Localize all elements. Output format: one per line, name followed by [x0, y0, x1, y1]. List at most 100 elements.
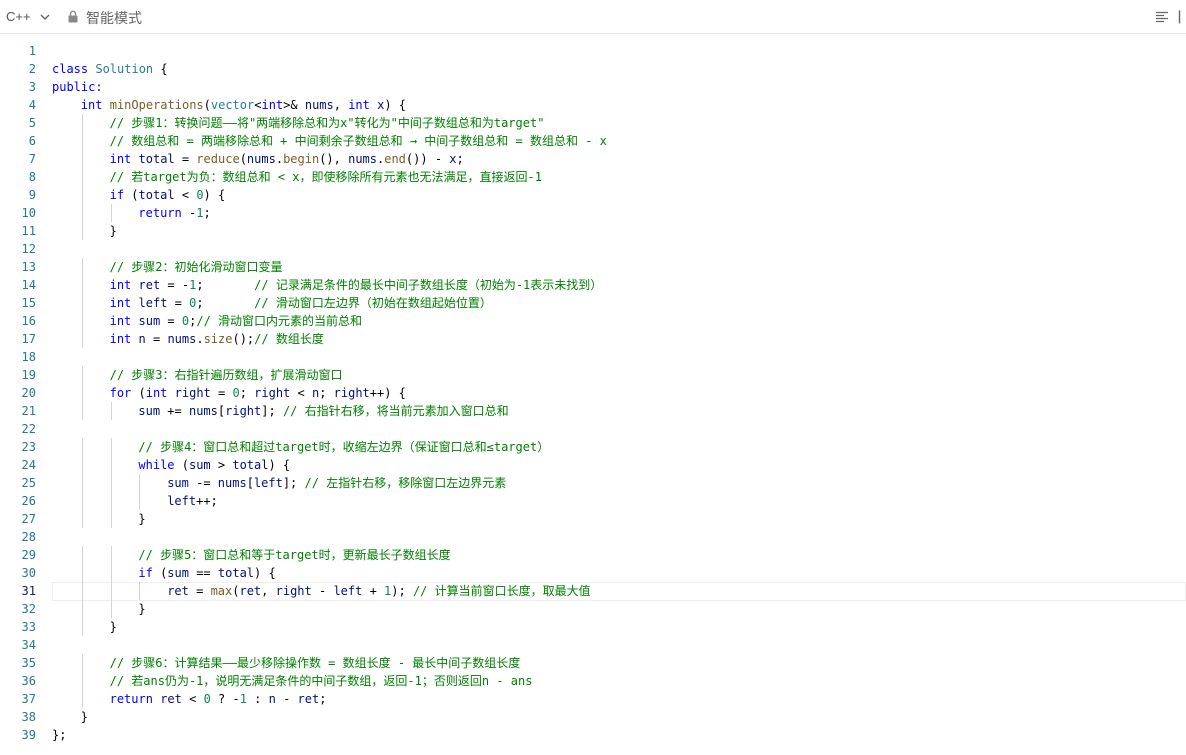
line-number: 3 — [28, 80, 36, 94]
code-line[interactable]: 22 — [0, 420, 1186, 438]
code-token: = — [174, 152, 197, 166]
code-token: return — [138, 206, 182, 220]
code-line[interactable]: 31 ret = max(ret, right - left + 1); // 计… — [0, 582, 1186, 601]
panel-icon[interactable] — [1178, 10, 1186, 24]
code-token: nums — [188, 404, 218, 418]
line-code: // 步骤6：计算结果——最少移除操作数 = 数组长度 - 最长中间子数组长度 — [110, 654, 521, 672]
code-token: } — [138, 512, 146, 526]
code-line[interactable]: 32} — [0, 600, 1186, 618]
code-token: , — [333, 98, 349, 112]
line-number: 27 — [21, 512, 36, 526]
code-line[interactable]: 5 // 步骤1：转换问题——将"两端移除总和为x"转化为"中间子数组总和为tar… — [0, 114, 1186, 132]
code-token: < — [181, 692, 204, 706]
code-line[interactable]: 3 public: — [0, 78, 1186, 96]
code-line[interactable]: 35 // 步骤6：计算结果——最少移除操作数 = 数组长度 - 最长中间子数组长… — [0, 654, 1186, 672]
code-token: ; — [456, 152, 464, 166]
code-token: - — [275, 692, 298, 706]
indent-guide — [81, 402, 83, 420]
code-line[interactable]: 39}; — [0, 726, 1186, 744]
line-code: int total = reduce(nums.begin(), nums.en… — [110, 150, 464, 168]
line-code: public: — [52, 78, 103, 96]
code-token: // 步骤2：初始化滑动窗口变量 — [109, 260, 283, 274]
code-token: = — [167, 296, 190, 310]
code-line[interactable]: 36 // 若ans仍为-1，说明无满足条件的中间子数组，返回-1；否则返回n -… — [0, 672, 1186, 690]
code-line[interactable]: 2 class Solution { — [0, 60, 1186, 78]
code-line[interactable]: 20 for (int right = 0; right < n; right++… — [0, 384, 1186, 402]
code-token: ret — [160, 692, 182, 706]
code-line[interactable]: 27} — [0, 510, 1186, 528]
line-code: sum += nums[right]; // 右指针右移，将当前元素加入窗口总和 — [138, 402, 508, 420]
line-code: } — [81, 708, 88, 726]
code-token: // 滑动窗口左边界（初始在数组起始位置） — [254, 296, 492, 310]
indent-guide — [81, 312, 83, 330]
code-line[interactable]: 30 if (sum == total) { — [0, 564, 1186, 582]
code-line[interactable]: 14 int ret = -1; // 记录满足条件的最长中间子数组长度（初始为-… — [0, 276, 1186, 294]
line-number: 20 — [21, 386, 36, 400]
code-token: ( — [124, 188, 139, 202]
code-token: ; — [319, 692, 327, 706]
code-token: right — [333, 386, 370, 400]
code-line[interactable]: 19 // 步骤3：右指针遍历数组，扩展滑动窗口 — [0, 366, 1186, 384]
code-token: return — [109, 692, 153, 706]
code-line[interactable]: 9 if (total < 0) { — [0, 186, 1186, 204]
code-line[interactable]: 16 int sum = 0;// 滑动窗口内元素的当前总和 — [0, 312, 1186, 330]
code-line[interactable]: 13 // 步骤2：初始化滑动窗口变量 — [0, 258, 1186, 276]
code-token: - — [181, 206, 197, 220]
code-line[interactable]: 12 — [0, 240, 1186, 258]
code-line[interactable]: 1 — [0, 42, 1186, 60]
code-token: class — [52, 62, 89, 76]
code-token: // 计算当前窗口长度，取最大值 — [412, 584, 591, 598]
code-line[interactable]: 15 int left = 0; // 滑动窗口左边界（初始在数组起始位置） — [0, 294, 1186, 312]
code-line[interactable]: 26 left++; — [0, 492, 1186, 510]
line-code: } — [138, 510, 145, 528]
code-line[interactable]: 10 return -1; — [0, 204, 1186, 222]
line-code: // 步骤3：右指针遍历数组，扩展滑动窗口 — [110, 366, 343, 384]
code-token: // 数组总和 = 两端移除总和 + 中间剩余子数组总和 → 中间子数组总和 =… — [109, 134, 607, 148]
code-token: // 右指针右移，将当前元素加入窗口总和 — [282, 404, 509, 418]
code-token: ; — [203, 206, 211, 220]
indent-guide — [110, 204, 112, 222]
code-line[interactable]: 29 // 步骤5：窗口总和等于target时，更新最长子数组长度 — [0, 546, 1186, 564]
chevron-down-icon[interactable] — [39, 11, 51, 23]
code-line[interactable]: 17 int n = nums.size();// 数组长度 — [0, 330, 1186, 348]
code-token: - — [311, 584, 334, 598]
code-line[interactable]: 8 // 若target为负：数组总和 < x，即使移除所有元素也无法满足，直接返… — [0, 168, 1186, 186]
code-line[interactable]: 21 sum += nums[right]; // 右指针右移，将当前元素加入窗口… — [0, 402, 1186, 420]
code-line[interactable]: 34 — [0, 636, 1186, 654]
indent-guide — [139, 474, 141, 492]
line-code: }; — [52, 726, 66, 744]
code-line[interactable]: 11} — [0, 222, 1186, 240]
code-token: ]; — [261, 404, 283, 418]
language-selector[interactable]: C++ — [6, 9, 31, 24]
code-line[interactable]: 25 sum -= nums[left]; // 左指针右移，移除窗口左边界元素 — [0, 474, 1186, 492]
code-line[interactable]: 18 — [0, 348, 1186, 366]
outline-menu-icon[interactable] — [1155, 11, 1169, 23]
code-token: ; — [196, 296, 255, 310]
line-number: 29 — [21, 548, 36, 562]
code-line[interactable]: 24 while (sum > total) { — [0, 456, 1186, 474]
line-code: } — [138, 600, 145, 618]
code-line[interactable]: 6 // 数组总和 = 两端移除总和 + 中间剩余子数组总和 → 中间子数组总和 … — [0, 132, 1186, 150]
mode-label[interactable]: 智能模式 — [86, 8, 142, 28]
code-line[interactable]: 4 int minOperations(vector<int>& nums, in… — [0, 96, 1186, 114]
code-token: end — [384, 152, 406, 166]
code-line[interactable]: 37 return ret < 0 ? -1 : n - ret; — [0, 690, 1186, 708]
line-number: 1 — [28, 44, 36, 58]
line-number: 28 — [21, 530, 36, 544]
code-line[interactable]: 7 int total = reduce(nums.begin(), nums.e… — [0, 150, 1186, 168]
code-token: = — [145, 332, 168, 346]
code-line[interactable]: 23 // 步骤4：窗口总和超过target时，收缩左边界（保证窗口总和≤targ… — [0, 438, 1186, 456]
code-token: = — [160, 314, 182, 328]
code-token: ( — [203, 98, 211, 112]
code-token: int — [109, 278, 132, 292]
line-number: 26 — [21, 494, 36, 508]
code-editor[interactable]: 1 2 class Solution { 3 public: 4 int minOperat… — [0, 42, 1186, 744]
code-line[interactable]: 28 — [0, 528, 1186, 546]
code-line[interactable]: 33} — [0, 618, 1186, 636]
code-token: while — [138, 458, 175, 472]
code-token: }; — [52, 728, 67, 742]
code-line[interactable]: 38} — [0, 708, 1186, 726]
